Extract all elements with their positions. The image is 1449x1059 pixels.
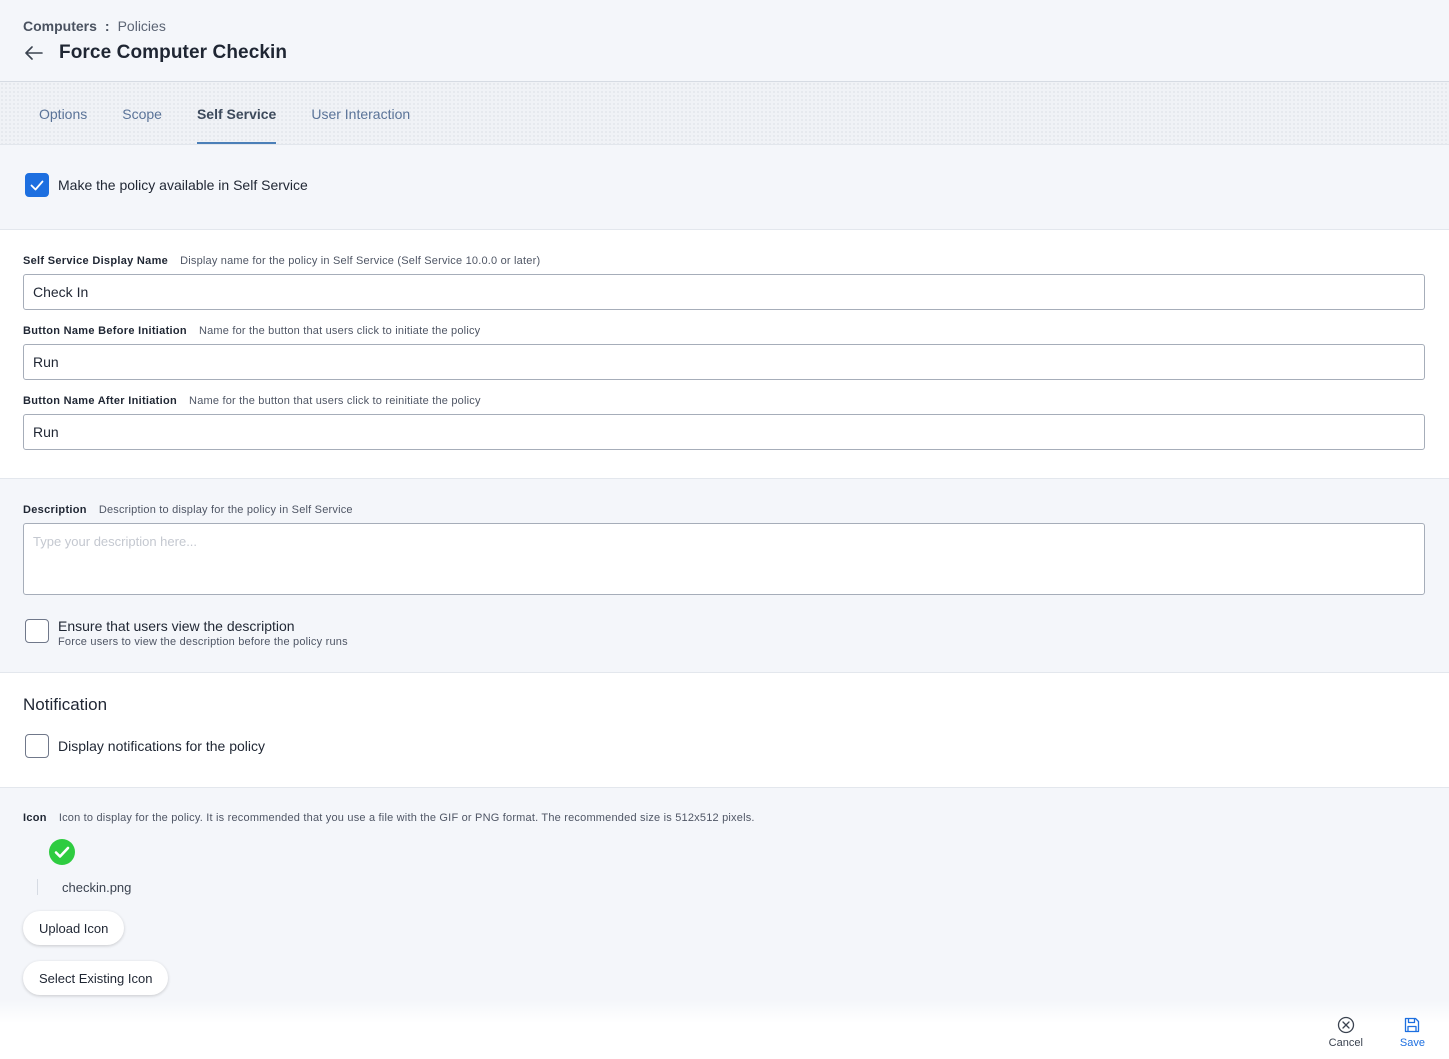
icon-filename: checkin.png [62,879,132,895]
tab-options[interactable]: Options [39,82,87,144]
save-button[interactable]: Save [1400,1016,1425,1049]
tab-user-interaction[interactable]: User Interaction [311,82,410,144]
display-name-label: Self Service Display Name [23,255,169,267]
cancel-label: Cancel [1328,1037,1363,1049]
display-name-label-row: Self Service Display Name Display name f… [23,255,1426,267]
page-header: Computers : Policies Force Computer Chec… [0,0,1449,82]
checkmark-icon [30,180,44,190]
select-existing-icon-button[interactable]: Select Existing Icon [23,961,169,995]
description-hint: Description to display for the policy in… [98,504,353,516]
checkin-preview-icon [49,839,75,865]
upload-icon-button[interactable]: Upload Icon [23,911,125,945]
breadcrumb-computers[interactable]: Computers [23,18,97,34]
save-icon [1405,1017,1420,1033]
ensure-checkbox[interactable] [25,619,49,643]
availability-label: Make the policy available in Self Servic… [58,177,308,193]
notification-section: Notification Display notifications for t… [0,673,1449,788]
cancel-button[interactable]: Cancel [1329,1016,1363,1049]
ensure-row: Ensure that users view the description F… [23,618,1426,648]
file-divider [37,879,38,895]
page-title: Force Computer Checkin [59,42,288,63]
availability-section: Make the policy available in Self Servic… [0,145,1449,230]
notification-title: Notification [23,695,108,714]
ensure-label: Ensure that users view the description [58,618,295,634]
tab-scope[interactable]: Scope [122,82,162,144]
footer-bar: Cancel Save [0,999,1449,1059]
button-before-hint: Name for the button that users click to … [198,325,481,337]
breadcrumb-policies[interactable]: Policies [118,18,166,34]
cancel-icon [1337,1016,1354,1034]
button-after-hint: Name for the button that users click to … [189,395,481,407]
description-textarea[interactable] [23,523,1425,595]
display-name-hint: Display name for the policy in Self Serv… [180,255,541,267]
ensure-hint: Force users to view the description befo… [58,636,348,648]
notification-row: Display notifications for the policy [23,734,1426,758]
icon-file-row: checkin.png [37,879,1426,895]
icon-section: Icon Icon to display for the policy. It … [0,788,1449,995]
icon-label: Icon [23,812,47,824]
button-after-input[interactable] [23,414,1425,450]
availability-row: Make the policy available in Self Servic… [25,173,1424,197]
notification-checkbox[interactable] [25,734,49,758]
button-before-input[interactable] [23,344,1425,380]
icon-label-row: Icon Icon to display for the policy. It … [23,812,1426,824]
button-after-label-row: Button Name After Initiation Name for th… [23,395,1426,407]
breadcrumb-separator: : [104,18,110,34]
button-after-label: Button Name After Initiation [23,395,178,407]
save-label: Save [1399,1037,1425,1049]
description-label: Description [23,504,87,516]
names-section: Self Service Display Name Display name f… [0,230,1449,479]
tab-self-service[interactable]: Self Service [196,82,277,144]
display-name-input[interactable] [23,274,1425,310]
description-section: Description Description to display for t… [0,479,1449,673]
back-arrow-icon[interactable] [23,42,45,64]
button-before-label: Button Name Before Initiation [23,325,187,337]
icon-hint: Icon to display for the policy. It is re… [58,812,755,824]
breadcrumb: Computers : Policies [23,18,1426,34]
description-label-row: Description Description to display for t… [23,504,1426,516]
availability-checkbox[interactable] [25,173,49,197]
button-before-label-row: Button Name Before Initiation Name for t… [23,325,1426,337]
tab-bar: Options Scope Self Service User Interact… [0,82,1449,145]
notification-label: Display notifications for the policy [58,738,265,754]
